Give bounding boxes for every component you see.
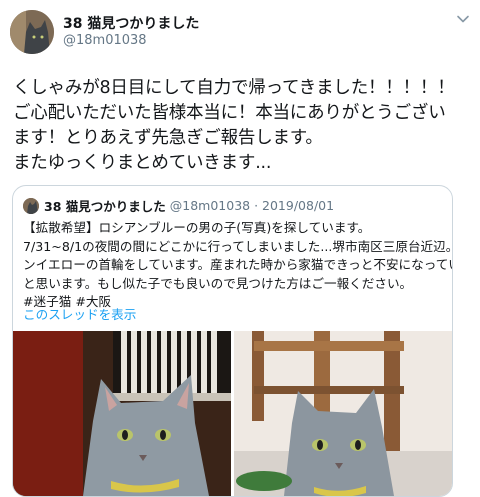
quoted-tweet-header: 38 猫見つかりました @18m01038 · 2019/08/01 — [23, 196, 334, 214]
quoted-author-avatar — [23, 197, 39, 214]
author-name[interactable]: 38 猫見つかりました — [63, 13, 199, 33]
show-thread-link[interactable]: このスレッドを表示 — [23, 304, 136, 323]
quoted-text-line: 7/31~8/1の夜間の間にどこかに行ってしまいました...堺市南区三原台近辺。… — [23, 238, 453, 254]
chevron-down-icon[interactable] — [456, 12, 470, 26]
tweet-header: 38 猫見つかりました @18m01038 — [0, 0, 480, 62]
quoted-tweet-text: 【拡散希望】ロシアンブルーの男の子(写真)を探しています。 7/31~8/1の夜… — [23, 219, 453, 312]
tweet-text-line: ご心配いただいた皆様本当に！本当にありがとうござい — [13, 103, 446, 123]
cat-photo-2[interactable] — [234, 331, 452, 496]
tweet-text-line: ます！とりあえず先急ぎご報告します。 — [13, 128, 323, 148]
tweet-text-line: またゆっくりまとめていきます... — [13, 153, 272, 173]
quoted-text-line: と思います。もし似た子でも良いので見つけた方はご一報ください。 — [23, 275, 413, 291]
quoted-author-meta: @18m01038 · 2019/08/01 — [169, 198, 335, 213]
tweet-text: くしゃみが8日目にして自力で帰ってきました！！！！！ ご心配いただいた皆様本当に… — [13, 76, 473, 176]
quoted-author-name: 38 猫見つかりました — [44, 199, 166, 214]
quoted-text-line: ンイエローの首輪をしています。産まれた時から家猫できっと不安になっている — [23, 257, 453, 272]
cat-photo-1[interactable] — [13, 331, 231, 496]
author-handle[interactable]: @18m01038 — [63, 33, 147, 48]
quoted-tweet[interactable]: 38 猫見つかりました @18m01038 · 2019/08/01 【拡散希望】… — [12, 185, 453, 497]
quoted-text-line: 【拡散希望】ロシアンブルーの男の子(写真)を探しています。 — [23, 220, 371, 235]
tweet-text-line: くしゃみが8日目にして自力で帰ってきました！！！！！ — [13, 78, 455, 98]
author-avatar[interactable] — [10, 10, 54, 54]
